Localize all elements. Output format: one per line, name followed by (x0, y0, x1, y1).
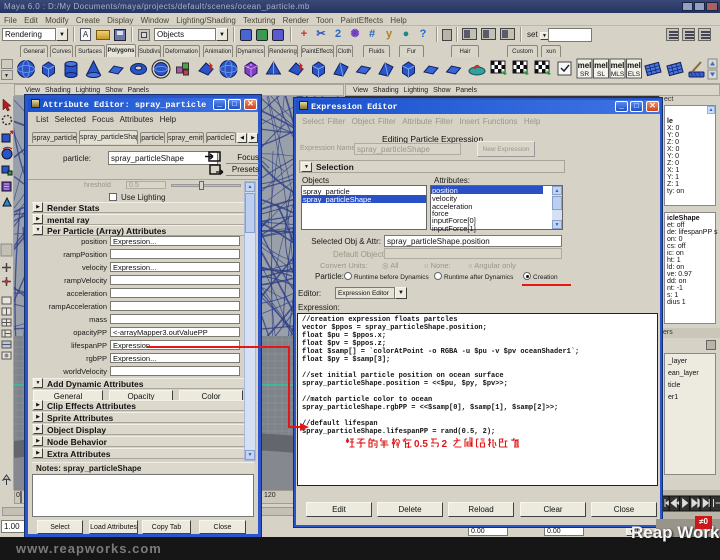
svg-text:0.5: 0.5 (414, 439, 428, 450)
svg-text:2: 2 (442, 439, 448, 450)
